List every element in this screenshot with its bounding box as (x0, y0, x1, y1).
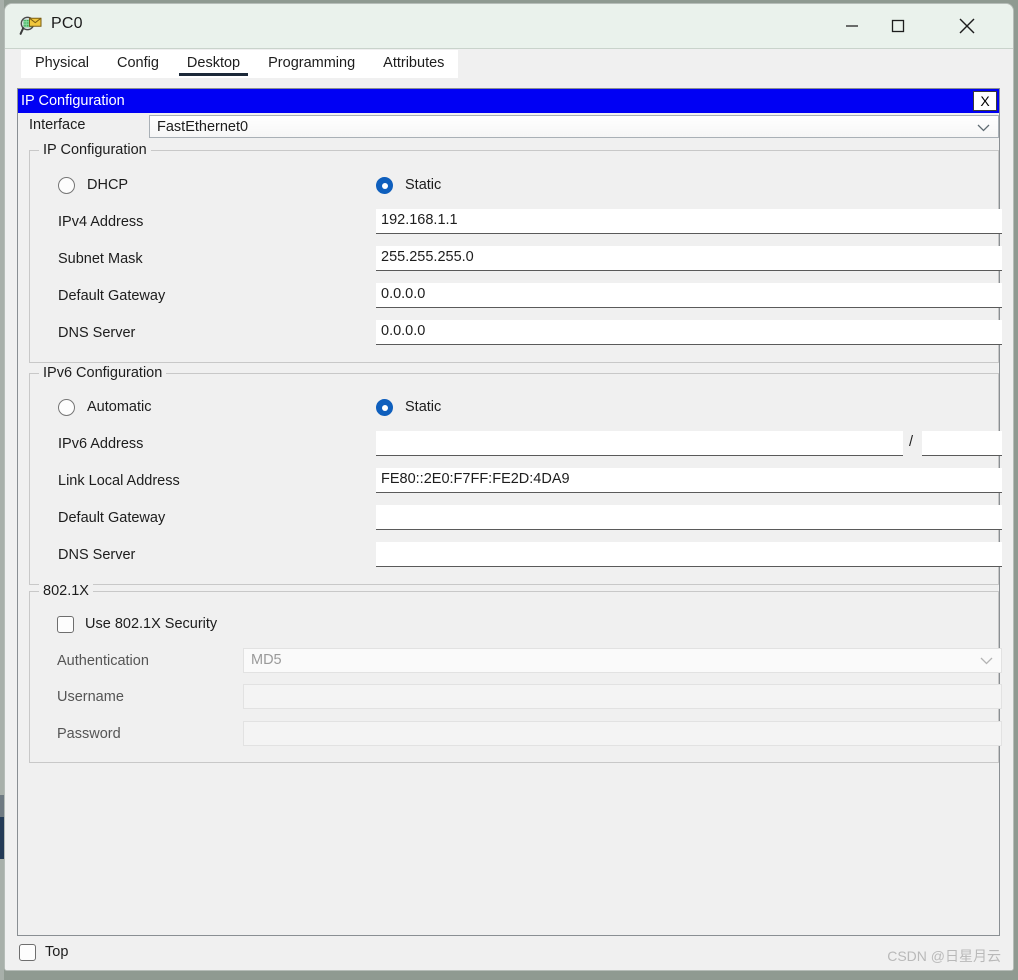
ipv6-dns-server-input[interactable] (376, 542, 1002, 567)
tab-desktop[interactable]: Desktop (172, 50, 255, 78)
interface-dropdown[interactable]: FastEthernet0 (149, 115, 999, 138)
maximize-button[interactable] (875, 4, 921, 47)
link-local-address-label: Link Local Address (58, 473, 180, 489)
dot1x-password-label: Password (57, 726, 121, 742)
authentication-label: Authentication (57, 653, 149, 669)
top-label: Top (45, 944, 69, 960)
ipv6-automatic-label: Automatic (87, 399, 152, 415)
tab-attributes[interactable]: Attributes (369, 50, 459, 78)
ipv4-address-input[interactable]: 192.168.1.1 (376, 209, 1002, 234)
chevron-down-icon (977, 124, 990, 132)
window-title: PC0 (51, 15, 83, 32)
minimize-icon (846, 24, 858, 27)
use-dot1x-security-checkbox[interactable] (57, 616, 74, 633)
interface-selected-value: FastEthernet0 (157, 119, 249, 135)
ipv4-default-gateway-input[interactable]: 0.0.0.0 (376, 283, 1002, 308)
tab-programming[interactable]: Programming (254, 50, 370, 78)
ipv4-static-label: Static (405, 177, 442, 193)
ipv4-default-gateway-value: 0.0.0.0 (381, 286, 426, 302)
window-bottom-bar: Top CSDN @日星月云 (5, 938, 1013, 970)
interface-label: Interface (29, 117, 86, 133)
ipv4-static-radio[interactable] (376, 177, 393, 194)
minimize-button[interactable] (829, 4, 875, 47)
ipv6-prefix-separator: / (909, 434, 914, 450)
dhcp-label: DHCP (87, 177, 129, 193)
ipv6-static-label: Static (405, 399, 442, 415)
subnet-mask-label: Subnet Mask (58, 251, 143, 267)
tab-config[interactable]: Config (103, 50, 173, 78)
ipv4-dns-server-label: DNS Server (58, 325, 136, 341)
chevron-down-icon (980, 657, 993, 665)
maximize-icon (891, 19, 905, 32)
tab-physical[interactable]: Physical (21, 50, 103, 78)
pc0-device-window: PC0 Physical Config Desktop Programming … (4, 3, 1014, 971)
device-tabbar: Physical Config Desktop Programming Attr… (5, 49, 1013, 78)
ip-configuration-close-button[interactable]: X (973, 91, 997, 111)
link-local-address-input[interactable]: FE80::2E0:F7FF:FE2D:4DA9 (376, 468, 1002, 493)
ipv4-address-value: 192.168.1.1 (381, 212, 458, 228)
packet-tracer-inspect-icon (19, 14, 43, 38)
ip-configuration-window-title: IP Configuration (21, 93, 125, 109)
subnet-mask-input[interactable]: 255.255.255.0 (376, 246, 1002, 271)
authentication-dropdown[interactable]: MD5 (243, 648, 1002, 673)
dot1x-password-input[interactable] (243, 721, 1002, 746)
ipv6-group-title: IPv6 Configuration (39, 365, 167, 381)
authentication-selected-value: MD5 (251, 652, 282, 668)
ipv6-dns-server-label: DNS Server (58, 547, 136, 563)
ipv4-address-label: IPv4 Address (58, 214, 144, 230)
close-icon (959, 18, 975, 33)
window-titlebar: PC0 (5, 4, 1013, 49)
ip-configuration-window-titlebar: IP Configuration X (18, 89, 999, 113)
ipv6-prefix-length-input[interactable] (922, 431, 1002, 456)
dhcp-radio[interactable] (58, 177, 75, 194)
ipv6-default-gateway-label: Default Gateway (58, 510, 166, 526)
ipv4-dns-server-value: 0.0.0.0 (381, 323, 426, 339)
desktop-panel: IP Configuration X Interface FastEtherne… (17, 88, 1002, 936)
close-button[interactable] (943, 4, 991, 47)
ipv6-static-radio[interactable] (376, 399, 393, 416)
ipv6-default-gateway-input[interactable] (376, 505, 1002, 530)
dot1x-group: 802.1X Use 802.1X Security Authenticatio… (29, 583, 1002, 763)
subnet-mask-value: 255.255.255.0 (381, 249, 474, 265)
dot1x-username-input[interactable] (243, 684, 1002, 709)
csdn-watermark: CSDN @日星月云 (887, 948, 1001, 964)
ipv4-group-title: IP Configuration (39, 142, 151, 158)
dot1x-group-title: 802.1X (39, 583, 93, 599)
dot1x-username-label: Username (57, 689, 124, 705)
link-local-address-value: FE80::2E0:F7FF:FE2D:4DA9 (381, 471, 570, 487)
ipv6-address-input[interactable] (376, 431, 903, 456)
use-dot1x-security-label: Use 802.1X Security (85, 616, 218, 632)
ipv6-configuration-group: IPv6 Configuration Automatic Static IPv6… (29, 365, 1002, 585)
ipv6-automatic-radio[interactable] (58, 399, 75, 416)
ipv4-default-gateway-label: Default Gateway (58, 288, 166, 304)
ipv6-address-label: IPv6 Address (58, 436, 144, 452)
top-checkbox[interactable] (19, 944, 36, 961)
ipv4-configuration-group: IP Configuration DHCP Static IPv4 Addres… (29, 142, 1002, 363)
ipv4-dns-server-input[interactable]: 0.0.0.0 (376, 320, 1002, 345)
